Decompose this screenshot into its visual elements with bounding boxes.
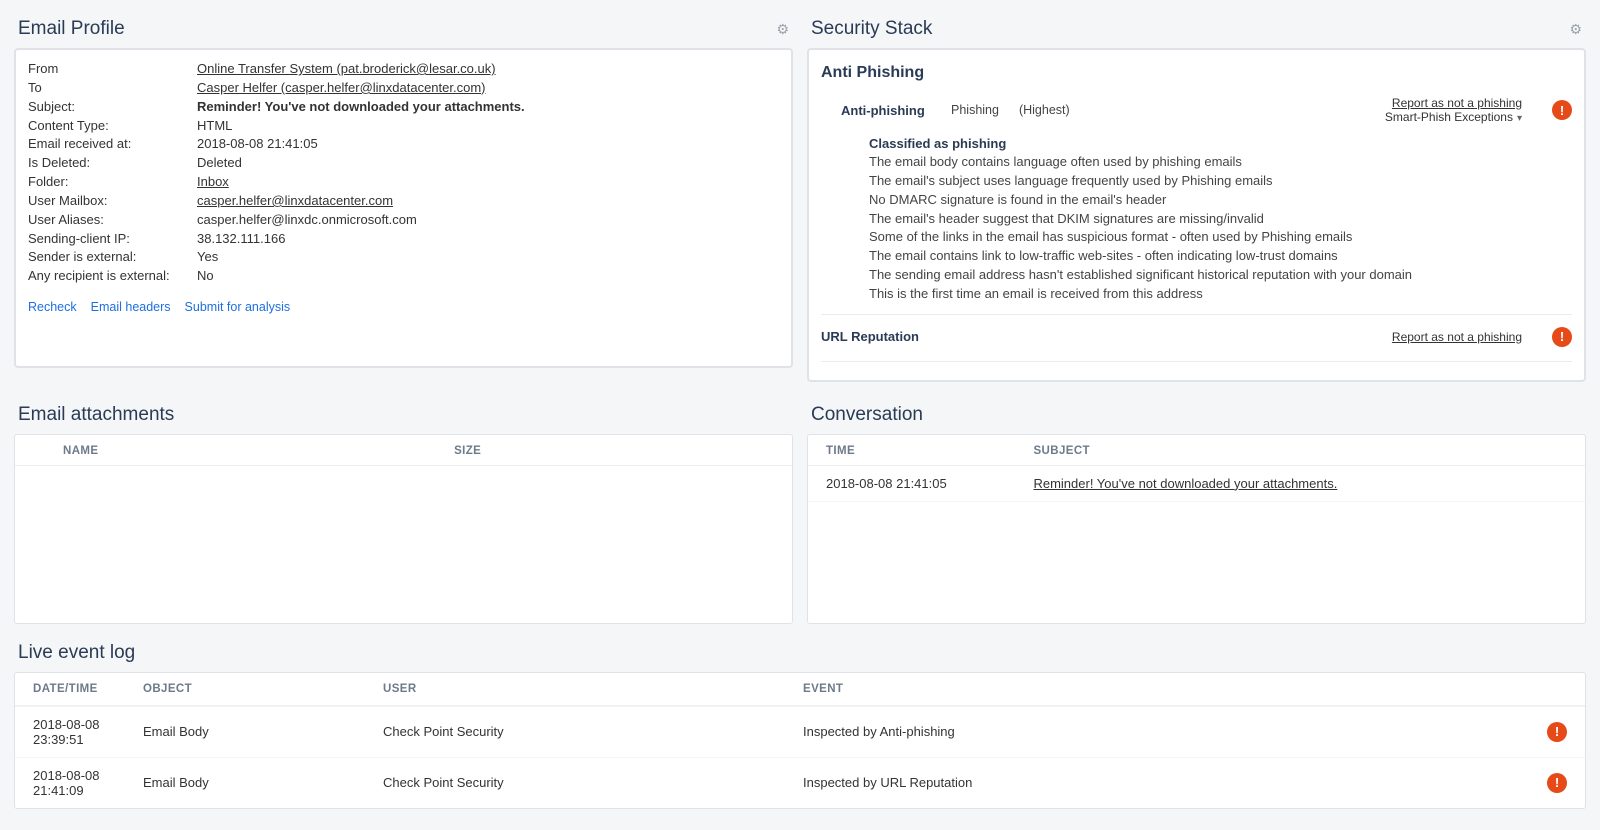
mailbox-value[interactable]: casper.helfer@linxdatacenter.com (197, 193, 393, 208)
label-is-deleted: Is Deleted: (28, 154, 193, 173)
log-datetime: 2018-08-08 23:39:51 (33, 717, 143, 747)
label-received-at: Email received at: (28, 135, 193, 154)
label-recipient-external: Any recipient is external: (28, 267, 193, 286)
classification-line: No DMARC signature is found in the email… (869, 191, 1572, 210)
alert-icon: ! (1552, 327, 1572, 347)
security-stack-title: Security Stack ⚙ (811, 18, 1582, 40)
col-size: SIZE (454, 445, 774, 457)
settings-icon[interactable]: ⚙ (776, 21, 789, 38)
anti-phishing-row: Anti-phishing Phishing (Highest) Report … (821, 92, 1572, 130)
classification-line: The email contains link to low-traffic w… (869, 247, 1572, 266)
classification-block: Classified as phishing The email body co… (869, 136, 1572, 304)
event-log-row: 2018-08-08 21:41:09 Email Body Check Poi… (15, 757, 1585, 808)
security-stack-panel: Anti Phishing Anti-phishing Phishing (Hi… (807, 48, 1586, 382)
log-event: Inspected by URL Reputation (803, 775, 1527, 790)
content-type-value: HTML (197, 117, 779, 136)
label-from: From (28, 60, 193, 79)
label-content-type: Content Type: (28, 117, 193, 136)
classification-line: The email's header suggest that DKIM sig… (869, 210, 1572, 229)
label-sender-external: Sender is external: (28, 248, 193, 267)
col-datetime: DATE/TIME (33, 683, 143, 695)
col-name: NAME (33, 445, 454, 457)
url-reputation-row: URL Reputation Report as not a phishing … (821, 323, 1572, 353)
label-client-ip: Sending-client IP: (28, 230, 193, 249)
anti-phishing-heading: Anti Phishing (821, 64, 1572, 82)
col-user: USER (383, 683, 803, 695)
smart-phish-exceptions[interactable]: Smart-Phish Exceptions▾ (1385, 110, 1522, 124)
recheck-link[interactable]: Recheck (28, 300, 77, 314)
conversation-title: Conversation (811, 404, 1582, 426)
label-mailbox: User Mailbox: (28, 192, 193, 211)
anti-phishing-verdict: Phishing (951, 103, 999, 117)
attachments-title: Email attachments (18, 404, 789, 426)
to-value[interactable]: Casper Helfer (casper.helfer@linxdatacen… (197, 80, 486, 95)
client-ip-value: 38.132.111.166 (197, 230, 779, 249)
attachments-table: NAME SIZE (14, 434, 793, 624)
label-aliases: User Aliases: (28, 211, 193, 230)
is-deleted-value: Deleted (197, 154, 779, 173)
alert-icon: ! (1547, 722, 1567, 742)
folder-value[interactable]: Inbox (197, 174, 229, 189)
label-folder: Folder: (28, 173, 193, 192)
from-value[interactable]: Online Transfer System (pat.broderick@le… (197, 61, 496, 76)
conversation-time: 2018-08-08 21:41:05 (826, 476, 1033, 491)
settings-icon[interactable]: ⚙ (1569, 21, 1582, 38)
classification-line: Some of the links in the email has suspi… (869, 228, 1572, 247)
chevron-down-icon: ▾ (1517, 113, 1522, 124)
log-datetime: 2018-08-08 21:41:09 (33, 768, 143, 798)
url-reputation-name: URL Reputation (821, 329, 919, 344)
conversation-subject[interactable]: Reminder! You've not downloaded your att… (1033, 476, 1337, 491)
anti-phishing-name: Anti-phishing (841, 103, 931, 118)
sender-external-value: Yes (197, 248, 779, 267)
col-subject: SUBJECT (1033, 445, 1567, 457)
label-subject: Subject: (28, 98, 193, 117)
label-to: To (28, 79, 193, 98)
log-object: Email Body (143, 775, 383, 790)
report-not-phishing-link[interactable]: Report as not a phishing (1392, 96, 1522, 110)
recipient-external-value: No (197, 267, 779, 286)
log-object: Email Body (143, 724, 383, 739)
email-profile-title: Email Profile ⚙ (18, 18, 789, 40)
event-log-title: Live event log (18, 642, 1582, 664)
event-log-row: 2018-08-08 23:39:51 Email Body Check Poi… (15, 706, 1585, 757)
col-event: EVENT (803, 683, 1527, 695)
log-event: Inspected by Anti-phishing (803, 724, 1527, 739)
report-not-phishing-link[interactable]: Report as not a phishing (1392, 330, 1522, 344)
alert-icon: ! (1547, 773, 1567, 793)
conversation-table: TIME SUBJECT 2018-08-08 21:41:05 Reminde… (807, 434, 1586, 624)
col-time: TIME (826, 445, 1033, 457)
col-object: OBJECT (143, 683, 383, 695)
alert-icon: ! (1552, 100, 1572, 120)
submit-analysis-link[interactable]: Submit for analysis (185, 300, 291, 314)
log-user: Check Point Security (383, 724, 803, 739)
classification-heading: Classified as phishing (869, 136, 1572, 151)
conversation-row[interactable]: 2018-08-08 21:41:05 Reminder! You've not… (808, 466, 1585, 502)
event-log-table: DATE/TIME OBJECT USER EVENT 2018-08-08 2… (14, 672, 1586, 809)
log-user: Check Point Security (383, 775, 803, 790)
subject-value: Reminder! You've not downloaded your att… (197, 98, 779, 117)
classification-line: This is the first time an email is recei… (869, 285, 1572, 304)
classification-line: The sending email address hasn't establi… (869, 266, 1572, 285)
email-profile-panel: From Online Transfer System (pat.broderi… (14, 48, 793, 368)
email-headers-link[interactable]: Email headers (91, 300, 171, 314)
anti-phishing-severity: (Highest) (1019, 103, 1070, 117)
aliases-value: casper.helfer@linxdc.onmicrosoft.com (197, 211, 779, 230)
classification-line: The email's subject uses language freque… (869, 172, 1572, 191)
classification-line: The email body contains language often u… (869, 153, 1572, 172)
received-at-value: 2018-08-08 21:41:05 (197, 135, 779, 154)
